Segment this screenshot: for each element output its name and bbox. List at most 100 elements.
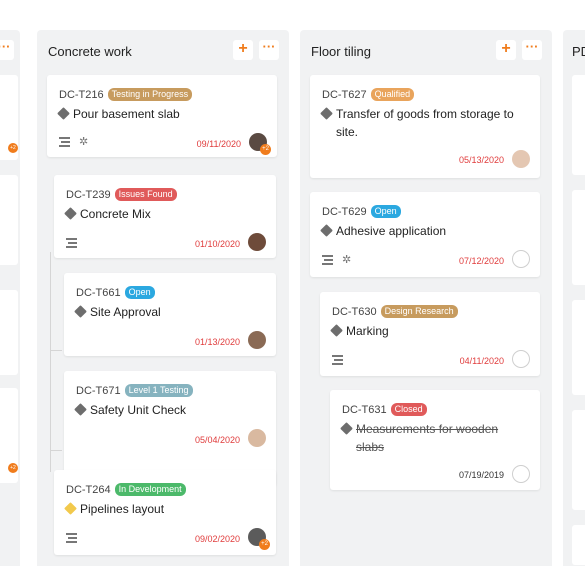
partial-card[interactable] bbox=[572, 75, 585, 175]
due-date: 01/13/2020 bbox=[194, 337, 240, 347]
due-date: 07/12/2020 bbox=[458, 256, 504, 266]
task-title-row: Adhesive application bbox=[320, 222, 447, 240]
task-title-row: Concrete Mix bbox=[64, 205, 151, 223]
task-title-row: Marking bbox=[330, 322, 389, 340]
task-card[interactable]: DC-T264 In Development Pipelines layout … bbox=[54, 470, 276, 555]
subtasks-icon[interactable] bbox=[59, 137, 70, 147]
task-id-row: DC-T264 In Development bbox=[66, 483, 186, 496]
task-card[interactable]: DC-T631 Closed Measurements for wooden s… bbox=[330, 390, 540, 490]
avatar[interactable] bbox=[512, 150, 530, 168]
partial-card[interactable] bbox=[0, 290, 18, 375]
task-id: DC-T239 bbox=[66, 188, 111, 201]
status-badge: Testing in Progress bbox=[107, 88, 193, 101]
task-id: DC-T631 bbox=[342, 403, 387, 416]
task-title: Pipelines layout bbox=[80, 502, 165, 516]
due-date: 05/04/2020 bbox=[194, 435, 240, 445]
avatar[interactable] bbox=[248, 429, 266, 447]
task-icons bbox=[332, 355, 343, 365]
priority-icon bbox=[340, 422, 353, 435]
task-title-row: Measurements for wooden slabs bbox=[340, 420, 522, 456]
bug-icon[interactable]: ✲ bbox=[342, 255, 351, 266]
task-card[interactable]: DC-T216 Testing in Progress Pour basemen… bbox=[47, 75, 277, 157]
due-date: 04/11/2020 bbox=[459, 356, 504, 366]
assignee-count-badge: +2 bbox=[8, 143, 18, 153]
avatar-placeholder[interactable] bbox=[512, 250, 530, 268]
task-id-row: DC-T630 Design Research bbox=[332, 305, 458, 318]
priority-icon bbox=[330, 324, 343, 337]
column-partial-right: PD bbox=[563, 30, 585, 566]
subtasks-icon[interactable] bbox=[322, 255, 333, 265]
subtask-connector bbox=[50, 252, 51, 472]
more-options-button[interactable]: ··· bbox=[0, 40, 14, 60]
task-id-row: DC-T239 Issues Found bbox=[66, 188, 177, 201]
partial-card[interactable] bbox=[572, 190, 585, 285]
task-id: DC-T671 bbox=[76, 384, 121, 397]
status-badge: Design Research bbox=[380, 305, 458, 318]
column-floor-tiling: Floor tiling + ··· DC-T627 Qualified Tra… bbox=[300, 30, 552, 566]
priority-icon bbox=[320, 107, 333, 120]
status-badge: Open bbox=[370, 205, 401, 218]
task-id: DC-T216 bbox=[59, 88, 104, 101]
subtasks-icon[interactable] bbox=[66, 238, 77, 248]
task-card[interactable]: DC-T629 Open Adhesive application ✲ 07/1… bbox=[310, 192, 540, 277]
column-actions: + ··· bbox=[496, 40, 542, 60]
task-id-row: DC-T671 Level 1 Testing bbox=[76, 384, 193, 397]
task-id: DC-T630 bbox=[332, 305, 377, 318]
task-title: Transfer of goods from storage to site. bbox=[336, 107, 514, 139]
task-title-row: Site Approval bbox=[74, 303, 161, 321]
task-icons bbox=[66, 533, 77, 543]
subtasks-icon[interactable] bbox=[66, 533, 77, 543]
priority-icon bbox=[320, 224, 333, 237]
avatar[interactable]: +2 bbox=[248, 528, 270, 550]
task-id-row: DC-T661 Open bbox=[76, 286, 155, 299]
task-card[interactable]: DC-T627 Qualified Transfer of goods from… bbox=[310, 75, 540, 178]
column-title: Floor tiling bbox=[311, 44, 371, 59]
task-card[interactable]: DC-T630 Design Research Marking 04/11/20… bbox=[320, 292, 540, 376]
partial-card[interactable]: +2 bbox=[0, 75, 18, 160]
task-card[interactable]: DC-T671 Level 1 Testing Safety Unit Chec… bbox=[64, 371, 276, 486]
task-title: Safety Unit Check bbox=[90, 403, 187, 417]
due-date: 09/11/2020 bbox=[196, 139, 241, 149]
due-date: 01/10/2020 bbox=[194, 239, 240, 249]
status-badge: Open bbox=[124, 286, 155, 299]
partial-card[interactable] bbox=[572, 300, 585, 395]
subtasks-icon[interactable] bbox=[332, 355, 343, 365]
partial-card[interactable] bbox=[0, 175, 18, 265]
avatar[interactable] bbox=[248, 331, 266, 349]
task-card[interactable]: DC-T239 Issues Found Concrete Mix 01/10/… bbox=[54, 175, 276, 258]
task-title: Concrete Mix bbox=[80, 207, 151, 221]
task-title: Site Approval bbox=[90, 305, 161, 319]
column-concrete-work: Concrete work + ··· DC-T216 Testing in P… bbox=[37, 30, 289, 566]
assignee-count-badge: +2 bbox=[259, 539, 270, 550]
task-id: DC-T627 bbox=[322, 88, 367, 101]
add-card-button[interactable]: + bbox=[496, 40, 516, 60]
task-id: DC-T661 bbox=[76, 286, 121, 299]
partial-card[interactable]: +2 bbox=[0, 388, 18, 483]
bug-icon[interactable]: ✲ bbox=[79, 137, 88, 148]
avatar[interactable] bbox=[248, 233, 266, 251]
add-card-button[interactable]: + bbox=[233, 40, 253, 60]
status-badge: Issues Found bbox=[114, 188, 177, 201]
more-options-button[interactable]: ··· bbox=[522, 40, 542, 60]
task-id: DC-T264 bbox=[66, 483, 111, 496]
avatar-placeholder[interactable] bbox=[512, 465, 530, 483]
task-title-row: Transfer of goods from storage to site. bbox=[320, 105, 527, 141]
priority-icon bbox=[74, 305, 87, 318]
task-id-row: DC-T216 Testing in Progress bbox=[59, 88, 193, 101]
task-title: Pour basement slab bbox=[73, 107, 180, 121]
partial-card[interactable] bbox=[572, 410, 585, 510]
task-title-row: Pipelines layout bbox=[64, 500, 165, 518]
partial-card[interactable] bbox=[572, 525, 585, 565]
assignee-count-badge: +2 bbox=[260, 144, 271, 155]
task-icons bbox=[66, 238, 77, 248]
avatar[interactable]: +2 bbox=[249, 133, 271, 155]
task-id-row: DC-T631 Closed bbox=[342, 403, 427, 416]
task-card[interactable]: DC-T661 Open Site Approval 01/13/2020 bbox=[64, 273, 276, 356]
column-title: Concrete work bbox=[48, 44, 132, 59]
task-icons: ✲ bbox=[322, 255, 351, 266]
more-options-button[interactable]: ··· bbox=[259, 40, 279, 60]
task-title: Adhesive application bbox=[336, 224, 447, 238]
status-badge: Level 1 Testing bbox=[124, 384, 193, 397]
avatar-placeholder[interactable] bbox=[512, 350, 530, 368]
priority-icon bbox=[74, 403, 87, 416]
